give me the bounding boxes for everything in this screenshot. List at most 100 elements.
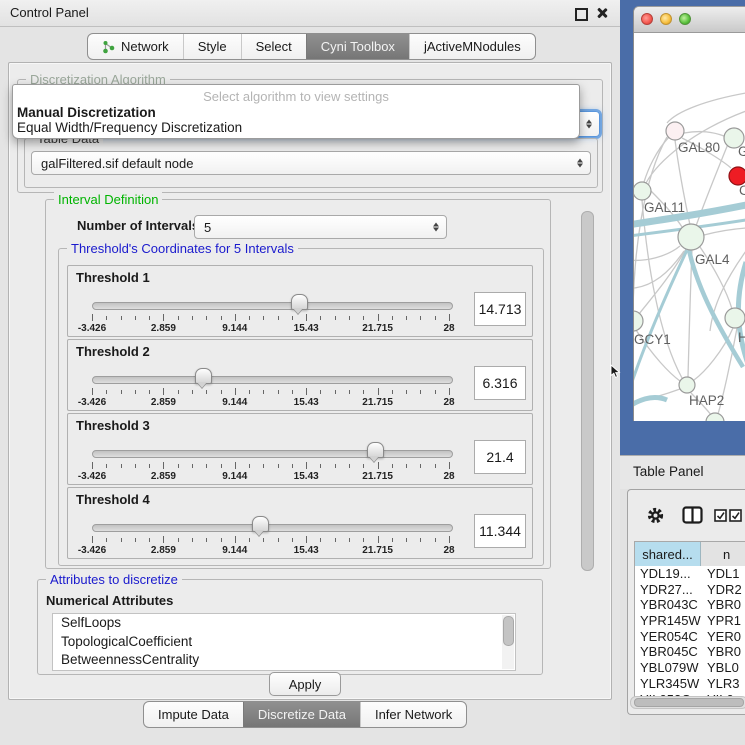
network-icon	[102, 40, 115, 54]
network-window[interactable]: GAL80GCGAL11GAL4GCY1HHAP2	[633, 6, 745, 421]
tab-infer-network[interactable]: Infer Network	[360, 702, 466, 727]
threshold-4-slider-track[interactable]	[92, 524, 453, 532]
column-header[interactable]: n	[701, 542, 745, 566]
table-cell: YBL079W	[635, 660, 701, 676]
threshold-1-slider-handle[interactable]	[291, 294, 308, 310]
threshold-2-panel: Threshold 2-3.4262.8599.14415.4321.71528…	[67, 339, 533, 411]
table-row[interactable]: YLR345WYLR3	[635, 676, 745, 692]
threshold-2-slider-handle[interactable]	[195, 368, 212, 384]
threshold-2-value-field[interactable]: 6.316	[474, 366, 526, 400]
threshold-3-slider-handle[interactable]	[367, 442, 384, 458]
tab-label: Style	[198, 39, 227, 54]
tab-label: Network	[121, 39, 169, 54]
algorithm-option[interactable]: Equal Width/Frequency Discretization	[17, 120, 242, 135]
threshold-1-value-field[interactable]: 14.713	[474, 292, 526, 326]
slider-tick	[320, 464, 321, 468]
network-node-GAL80[interactable]	[666, 122, 684, 140]
network-node-GAL11[interactable]	[634, 182, 651, 200]
slider-tick	[135, 464, 136, 468]
slider-tick	[406, 390, 407, 394]
tab-select[interactable]: Select	[241, 34, 306, 59]
network-node[interactable]	[706, 413, 724, 421]
gear-icon[interactable]	[646, 506, 665, 525]
slider-tick	[178, 538, 179, 542]
slider-tick	[149, 538, 150, 542]
float-window-icon[interactable]	[575, 8, 588, 21]
scrollbar-thumb[interactable]	[634, 698, 744, 707]
table-row[interactable]: YPR145WYPR1	[635, 613, 745, 629]
table-row[interactable]: YBL079WYBL0	[635, 660, 745, 676]
table-row[interactable]: YER054CYER0	[635, 629, 745, 645]
network-node-HAP2[interactable]	[679, 377, 695, 393]
apply-button[interactable]: Apply	[269, 672, 341, 696]
network-canvas[interactable]: GAL80GCGAL11GAL4GCY1HHAP2	[634, 32, 745, 421]
table-row[interactable]: YDL19...YDL1	[635, 566, 745, 582]
slider-tick	[221, 316, 222, 320]
panel-scrollbar[interactable]	[579, 197, 594, 675]
close-traffic-light[interactable]	[641, 13, 653, 25]
numerical-attributes-list[interactable]: SelfLoopsTopologicalCoefficientBetweenne…	[52, 613, 516, 671]
slider-scale-label: 15.43	[294, 323, 319, 334]
tab-style[interactable]: Style	[183, 34, 241, 59]
table-cell: YDL19...	[635, 566, 701, 582]
slider-tick	[349, 464, 350, 468]
slider-tick	[278, 390, 279, 394]
number-of-intervals-combobox[interactable]: 5	[194, 215, 447, 239]
table-panel-header: Table Panel	[620, 455, 745, 489]
algorithm-option[interactable]: Manual Discretization	[17, 105, 156, 120]
slider-tick	[306, 536, 307, 543]
threshold-3-value-field[interactable]: 21.4	[474, 440, 526, 474]
bottom-tab-strip: Impute DataDiscretize DataInfer Network	[143, 701, 467, 728]
slider-tick	[406, 538, 407, 542]
slider-scale-label: 15.43	[294, 471, 319, 482]
network-node-label: G	[738, 144, 745, 159]
table-horizontal-scrollbar[interactable]	[630, 696, 745, 709]
threshold-4-value-field[interactable]: 11.344	[474, 514, 526, 548]
scrollbar-thumb[interactable]	[503, 616, 514, 646]
table-row[interactable]: YBR045CYBR0	[635, 644, 745, 660]
network-node-GAL4[interactable]	[678, 224, 704, 250]
slider-tick	[106, 464, 107, 468]
network-edge	[688, 250, 692, 377]
slider-tick	[249, 316, 250, 320]
slider-tick	[292, 390, 293, 394]
network-window-titlebar[interactable]	[634, 7, 745, 33]
slider-tick	[349, 390, 350, 394]
network-edge	[684, 132, 724, 136]
threshold-1-slider-track[interactable]	[92, 302, 453, 310]
threshold-3-slider-track[interactable]	[92, 450, 453, 458]
table-data-combobox[interactable]: galFiltered.sif default node	[31, 151, 591, 175]
slider-tick	[121, 464, 122, 468]
zoom-traffic-light[interactable]	[679, 13, 691, 25]
tab-impute-data[interactable]: Impute Data	[144, 702, 243, 727]
close-icon[interactable]	[596, 7, 608, 19]
network-node-GCY1[interactable]	[634, 311, 643, 331]
table-header-row: shared...n	[635, 542, 745, 566]
attribute-item[interactable]: BetweennessCentrality	[53, 651, 515, 670]
checkbox-icon[interactable]	[729, 509, 742, 522]
node-attribute-table[interactable]: shared...nYDL19...YDL1YDR27...YDR2YBR043…	[634, 541, 745, 698]
scrollbar-thumb[interactable]	[581, 211, 594, 571]
slider-tick	[92, 536, 93, 543]
attributes-scrollbar[interactable]	[502, 615, 514, 669]
network-node-label: HAP2	[689, 393, 724, 408]
column-header[interactable]: shared...	[635, 542, 701, 566]
tab-cyni-toolbox[interactable]: Cyni Toolbox	[306, 34, 409, 59]
tab-discretize-data[interactable]: Discretize Data	[243, 702, 360, 727]
threshold-2-slider-track[interactable]	[92, 376, 453, 384]
split-columns-icon[interactable]	[682, 506, 703, 524]
tab-label: Select	[256, 39, 292, 54]
threshold-4-slider-handle[interactable]	[252, 516, 269, 532]
table-row[interactable]: YDR27...YDR2	[635, 582, 745, 598]
minimize-traffic-light[interactable]	[660, 13, 672, 25]
attribute-item[interactable]: TopologicalCoefficient	[53, 633, 515, 652]
slider-tick	[178, 390, 179, 394]
attribute-item[interactable]: SelfLoops	[53, 614, 515, 633]
slider-tick	[363, 316, 364, 320]
slider-tick	[263, 538, 264, 542]
network-node-H[interactable]	[725, 308, 745, 328]
tab-network[interactable]: Network	[88, 34, 183, 59]
checkbox-icon[interactable]	[714, 509, 727, 522]
tab-jactivemnodules[interactable]: jActiveMNodules	[409, 34, 535, 59]
table-row[interactable]: YBR043CYBR0	[635, 597, 745, 613]
